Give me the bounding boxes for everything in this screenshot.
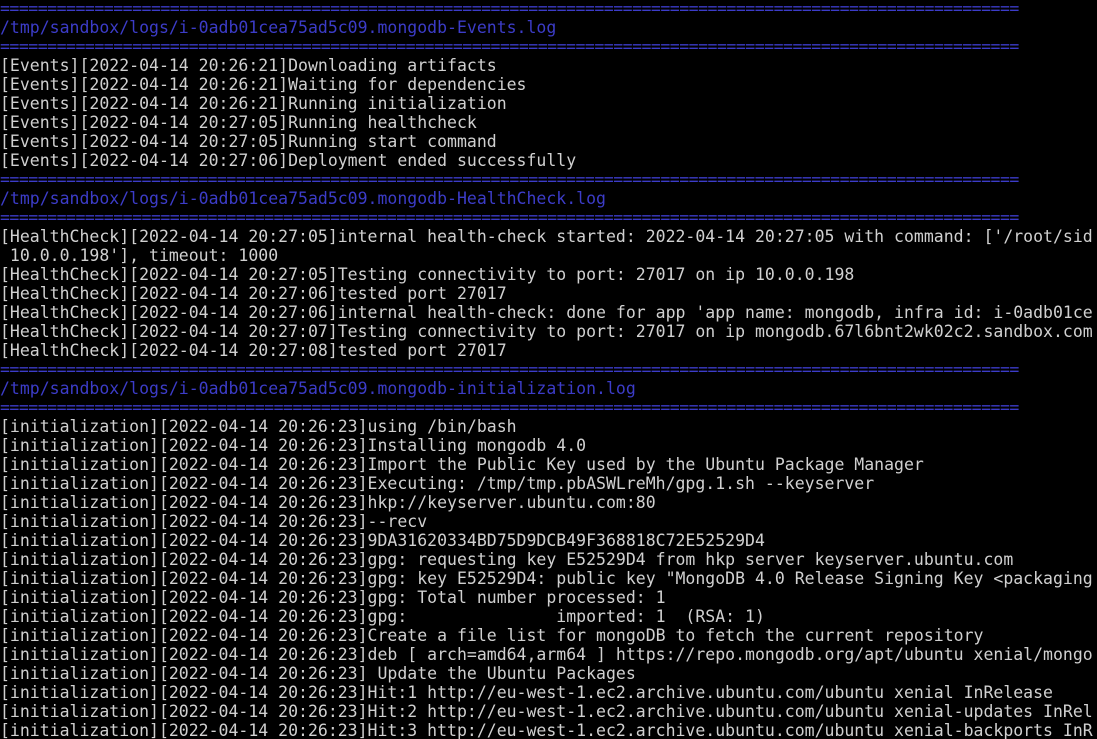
log-line: [initialization][2022-04-14 20:26:23]Cre… <box>0 626 984 645</box>
log-line: [initialization][2022-04-14 20:26:23]Hit… <box>0 683 1053 702</box>
log-file-path: /tmp/sandbox/logs/i-0adb01cea75ad5c09.mo… <box>0 189 606 208</box>
log-line: [initialization][2022-04-14 20:26:23]Imp… <box>0 455 924 474</box>
log-line: 10.0.0.198'], timeout: 1000 <box>0 246 279 265</box>
log-line: [initialization][2022-04-14 20:26:23]gpg… <box>0 569 1093 588</box>
log-line: [Events][2022-04-14 20:27:05]Running hea… <box>0 113 477 132</box>
terminal-output[interactable]: ========================================… <box>0 0 1097 739</box>
log-line: [initialization][2022-04-14 20:26:23]gpg… <box>0 550 1014 569</box>
log-line: [initialization][2022-04-14 20:26:23]usi… <box>0 417 517 436</box>
log-line: [Events][2022-04-14 20:26:21]Running ini… <box>0 94 507 113</box>
log-line: [initialization][2022-04-14 20:26:23]Ins… <box>0 436 587 455</box>
separator-line: ========================================… <box>0 398 1019 417</box>
log-line: [initialization][2022-04-14 20:26:23]Hit… <box>0 702 1093 721</box>
log-line: [initialization][2022-04-14 20:26:23]deb… <box>0 645 1093 664</box>
log-line: [initialization][2022-04-14 20:26:23]9DA… <box>0 531 765 550</box>
log-line: [initialization][2022-04-14 20:26:23] Up… <box>0 664 636 683</box>
separator-line: ========================================… <box>0 360 1019 379</box>
log-line: [initialization][2022-04-14 20:26:23]gpg… <box>0 588 666 607</box>
log-file-path: /tmp/sandbox/logs/i-0adb01cea75ad5c09.mo… <box>0 379 636 398</box>
log-line: [Events][2022-04-14 20:27:06]Deployment … <box>0 151 577 170</box>
log-line: [initialization][2022-04-14 20:26:23]gpg… <box>0 607 765 626</box>
log-line: [Events][2022-04-14 20:26:21]Downloading… <box>0 56 497 75</box>
separator-line: ========================================… <box>0 170 1019 189</box>
log-line: [HealthCheck][2022-04-14 20:27:05]Testin… <box>0 265 855 284</box>
separator-line: ========================================… <box>0 0 1019 18</box>
log-line: [HealthCheck][2022-04-14 20:27:06]tested… <box>0 284 507 303</box>
log-line: [Events][2022-04-14 20:26:21]Waiting for… <box>0 75 527 94</box>
log-line: [initialization][2022-04-14 20:26:23]Exe… <box>0 474 875 493</box>
log-line: [HealthCheck][2022-04-14 20:27:08]tested… <box>0 341 507 360</box>
log-line: [Events][2022-04-14 20:27:05]Running sta… <box>0 132 497 151</box>
log-line: [initialization][2022-04-14 20:26:23]Hit… <box>0 721 1093 739</box>
separator-line: ========================================… <box>0 37 1019 56</box>
log-file-path: /tmp/sandbox/logs/i-0adb01cea75ad5c09.mo… <box>0 18 557 37</box>
separator-line: ========================================… <box>0 208 1019 227</box>
log-line: [HealthCheck][2022-04-14 20:27:06]intern… <box>0 303 1093 322</box>
log-line: [HealthCheck][2022-04-14 20:27:05]intern… <box>0 227 1093 246</box>
log-line: [initialization][2022-04-14 20:26:23]--r… <box>0 512 428 531</box>
log-line: [HealthCheck][2022-04-14 20:27:07]Testin… <box>0 322 1093 341</box>
log-line: [initialization][2022-04-14 20:26:23]hkp… <box>0 493 656 512</box>
